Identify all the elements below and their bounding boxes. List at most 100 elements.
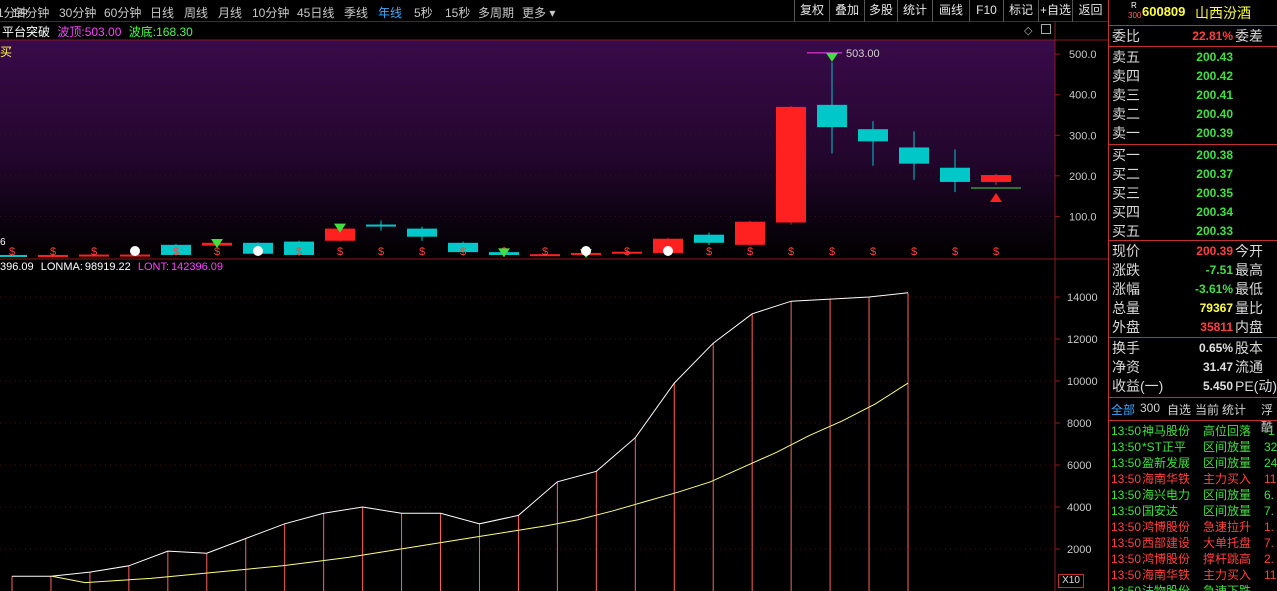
event-event: 主力买入 [1203, 472, 1252, 486]
sub-ytick-label: 6000 [1067, 460, 1091, 472]
event-row[interactable]: 13:50 法物股份 急速下跌 [1111, 583, 1277, 591]
event-tab-0[interactable]: 全部 [1111, 401, 1135, 418]
event-stock: 国安达 [1142, 504, 1179, 518]
sub-ytick-label: 12000 [1067, 334, 1098, 346]
event-row[interactable]: 13:50 鸿博股份 急速拉升 1. [1111, 519, 1277, 535]
event-row[interactable]: 13:50 海兴电力 区间放量 6. [1111, 487, 1277, 503]
tool-button-8[interactable]: 返回 [1072, 0, 1108, 22]
scale-x10-button[interactable]: X10 [1058, 574, 1084, 588]
event-time: 13:50 [1111, 552, 1142, 566]
sub-ytick-label: 2000 [1067, 544, 1091, 556]
weicha-label: 委差 [1235, 28, 1263, 44]
left-edge-text: 买 [0, 45, 13, 59]
row-value: 200.40 [1196, 107, 1233, 121]
period-11[interactable]: 5秒 [414, 4, 433, 21]
event-row[interactable]: 13:50 国安达 区间放量 7. [1111, 503, 1277, 519]
period-5[interactable]: 周线 [184, 4, 208, 21]
stock-header: R 300 600809 山西汾酒 [1109, 0, 1277, 24]
event-time: 13:50 [1111, 520, 1142, 534]
tool-button-0[interactable]: 复权 [794, 0, 829, 22]
row-label2: 最低 [1235, 281, 1263, 297]
peak-value: 503.00 [84, 25, 122, 39]
signal-mark: $ [993, 246, 999, 258]
close-panel-icon[interactable] [1041, 24, 1051, 34]
tool-button-5[interactable]: F10 [969, 0, 1003, 22]
event-row[interactable]: 13:50 鸿博股份 撑杆跳高 2. [1111, 551, 1277, 567]
row-label2: 股本 [1235, 340, 1263, 356]
signal-mark: $ [337, 246, 343, 258]
period-12[interactable]: 15秒 [445, 4, 470, 21]
main-plot-bg [0, 40, 1055, 257]
tool-button-4[interactable]: 画线 [932, 0, 969, 22]
event-row[interactable]: 13:50 海南华铁 主力买入 11 [1111, 567, 1277, 583]
buy-circle-icon [581, 246, 591, 256]
event-tab-2[interactable]: 自选 [1167, 401, 1191, 418]
row-label: 外盘 [1112, 319, 1140, 335]
period-2[interactable]: 30分钟 [59, 4, 96, 21]
event-row[interactable]: 13:50 海南华铁 主力买入 11 [1111, 471, 1277, 487]
row-value: 200.35 [1196, 186, 1233, 200]
signal-mark: $ [50, 246, 56, 258]
period-4[interactable]: 日线 [150, 4, 174, 21]
event-tab-4[interactable]: 统计 [1222, 401, 1246, 418]
chart-area[interactable]: 100.0 200.0 300.0 400.0 500.0 $ $ $ $ $ $ $ $ $ $ $ $ $ $ $… [0, 22, 1108, 591]
signal-mark: $ [173, 246, 179, 258]
event-row[interactable]: 13:50 西部建设 大单托盘 7. [1111, 535, 1277, 551]
event-time: 13:50 [1111, 440, 1142, 454]
event-val: 1. [1264, 520, 1275, 534]
period-7[interactable]: 10分钟 [252, 4, 289, 21]
event-event: 急速拉升 [1203, 520, 1252, 534]
event-val: 7. [1264, 504, 1275, 518]
candle-body [407, 228, 437, 237]
stat-row: 涨跌 -7.51 最高 [1109, 261, 1277, 280]
row-label: 总量 [1112, 300, 1140, 316]
tool-button-2[interactable]: 多股 [864, 0, 897, 22]
event-time: 13:50 [1111, 584, 1142, 591]
tool-button-1[interactable]: 叠加 [829, 0, 864, 22]
event-time: 13:50 [1111, 488, 1142, 502]
period-10[interactable]: 年线 [378, 4, 402, 21]
row-value: 5.450 [1202, 379, 1233, 393]
event-tab-1[interactable]: 300 [1140, 401, 1160, 415]
quote-panel: R 300 600809 山西汾酒 委比 22.81% 委差 卖五 200.43 卖… [1108, 0, 1277, 591]
row-label2: 量比 [1235, 300, 1263, 316]
event-row[interactable]: 13:50 *ST正平 区间放量 32 [1111, 439, 1277, 455]
signal-mark: $ [624, 246, 630, 258]
period-8[interactable]: 45日线 [297, 4, 334, 21]
row-value: 200.39 [1196, 126, 1233, 140]
collapse-diamond-icon[interactable]: ◇ [1024, 24, 1032, 37]
event-time: 13:50 [1111, 504, 1142, 518]
row-label2: PE(动) [1235, 378, 1277, 394]
event-tab-3[interactable]: 当前 [1195, 401, 1219, 418]
event-stock: 海南华铁 [1142, 472, 1191, 486]
event-val: 32 [1264, 440, 1277, 454]
row-label2: 流通 [1235, 359, 1263, 375]
lont-label: LONT: [137, 261, 170, 273]
candlestick-chart[interactable]: 100.0 200.0 300.0 400.0 500.0 $ $ $ $ $ $ $ $ $ $ $ $ $ $ $… [0, 22, 1108, 591]
period-13[interactable]: 多周期 [478, 4, 514, 21]
tool-button-7[interactable]: +自选 [1038, 0, 1072, 22]
row-label2: 最高 [1235, 262, 1263, 278]
event-row[interactable]: 13:50 神马股份 高位回落 -1 [1111, 423, 1277, 439]
period-6[interactable]: 月线 [218, 4, 242, 21]
signal-mark: $ [747, 246, 753, 258]
stat2-row: 换手 0.65% 股本 [1109, 339, 1277, 358]
period-9[interactable]: 季线 [344, 4, 368, 21]
event-val: -1 [1264, 424, 1275, 438]
tool-button-3[interactable]: 统计 [897, 0, 932, 22]
period-1[interactable]: 15分钟 [12, 4, 49, 21]
row-label: 买三 [1112, 185, 1140, 201]
event-stock: 神马股份 [1142, 424, 1191, 438]
period-14[interactable]: 更多 ▾ [522, 4, 555, 21]
row-label: 买一 [1112, 147, 1140, 163]
row-label2: 今开 [1235, 243, 1263, 259]
event-row[interactable]: 13:50 盈新发展 区间放量 24 [1111, 455, 1277, 471]
row-label: 买四 [1112, 204, 1140, 220]
tool-button-6[interactable]: 标记 [1003, 0, 1038, 22]
event-event: 区间放量 [1203, 488, 1252, 502]
row-label: 换手 [1112, 340, 1140, 356]
period-3[interactable]: 60分钟 [104, 4, 141, 21]
candle-body [981, 175, 1011, 182]
bid-row: 买二 200.37 [1109, 165, 1277, 184]
lont-line [12, 292, 909, 577]
